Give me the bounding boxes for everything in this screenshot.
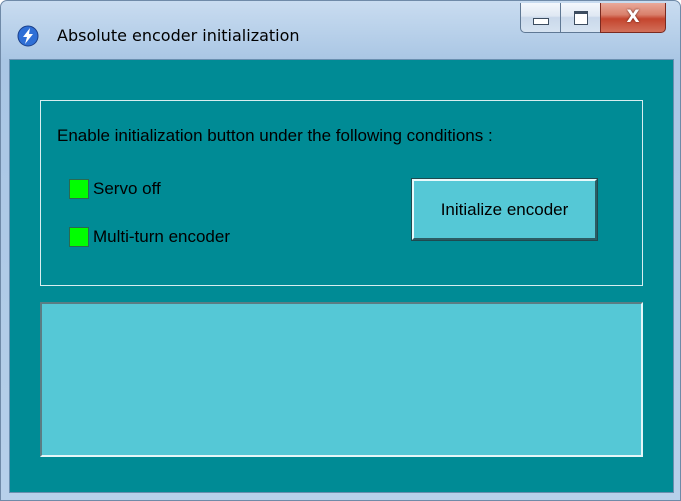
initialize-encoder-button[interactable]: Initialize encoder: [411, 178, 598, 241]
conditions-panel: Enable initialization button under the f…: [40, 100, 643, 286]
status-led: [69, 227, 89, 247]
close-icon: X: [626, 7, 640, 27]
indicator-label: Multi-turn encoder: [93, 227, 231, 246]
minimize-button[interactable]: [520, 3, 560, 33]
conditions-heading: Enable initialization button under the f…: [57, 126, 493, 145]
minimize-icon: [532, 18, 549, 25]
maximize-button[interactable]: [560, 3, 600, 33]
lightning-bolt-icon: [17, 25, 39, 47]
title-bar[interactable]: Absolute encoder initialization X: [1, 1, 680, 59]
caption-buttons: X: [520, 3, 666, 33]
maximize-icon: [573, 10, 588, 25]
output-area[interactable]: [40, 302, 643, 457]
close-button[interactable]: X: [600, 3, 666, 33]
client-area: Enable initialization button under the f…: [9, 59, 674, 493]
window-title: Absolute encoder initialization: [57, 26, 300, 45]
indicator-servo-off: Servo off: [69, 179, 161, 199]
app-window: Absolute encoder initialization X Enable…: [0, 0, 681, 501]
indicator-label: Servo off: [93, 179, 161, 198]
indicator-multi-turn-encoder: Multi-turn encoder: [69, 227, 230, 247]
status-led: [69, 179, 89, 199]
